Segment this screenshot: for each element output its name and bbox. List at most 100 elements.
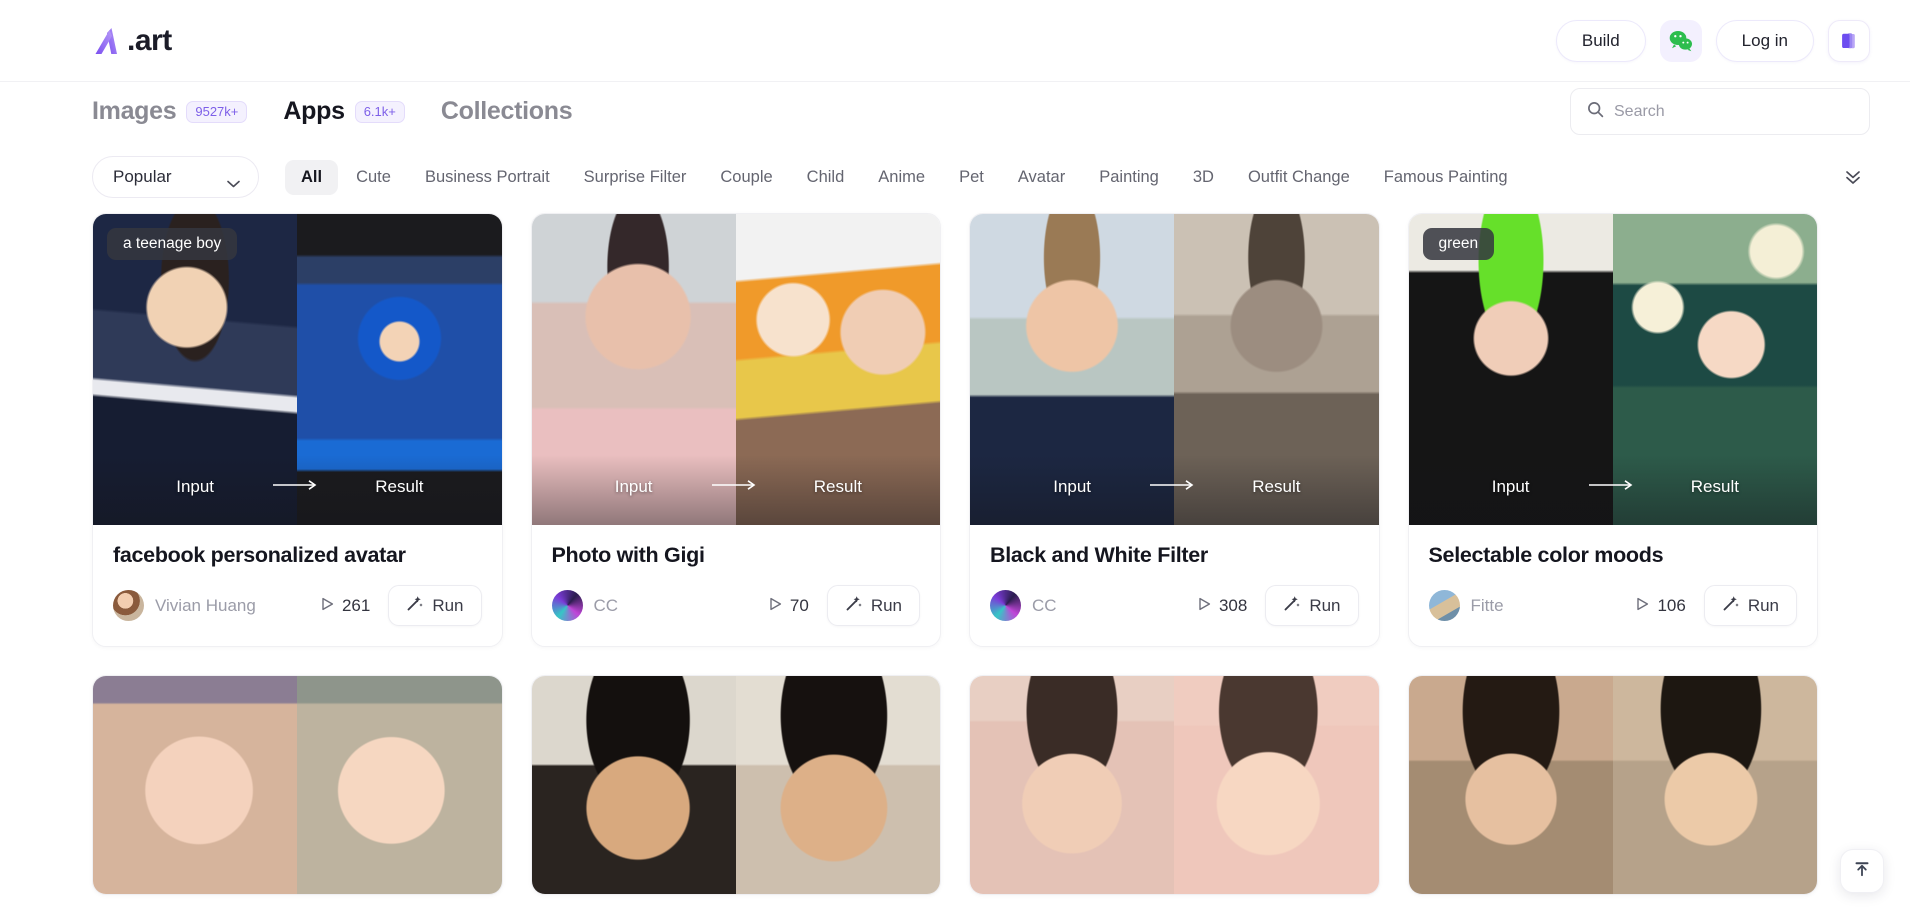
play-count-icon	[1198, 596, 1211, 616]
card-input-image	[1408, 214, 1613, 525]
play-count-icon	[321, 596, 334, 616]
run-count-value: 308	[1218, 595, 1248, 615]
run-count: 106	[1636, 596, 1686, 616]
card-input-image	[93, 676, 298, 894]
build-button[interactable]: Build	[1555, 19, 1646, 62]
card-result-image	[735, 676, 940, 894]
prompt-tag: a teenage boy	[107, 228, 238, 260]
category-all[interactable]: All	[285, 159, 339, 195]
tab-collections[interactable]: Collections	[441, 97, 573, 126]
card-title: Black and White Filter	[990, 543, 1208, 567]
app-card[interactable]: green Input Result Selectable color mood…	[1407, 213, 1818, 647]
card-author[interactable]: CC	[1032, 596, 1057, 616]
scroll-to-top-icon	[1852, 859, 1872, 884]
app-card[interactable]: Input Result Black and White Filter CC 3…	[969, 213, 1380, 647]
card-title: facebook personalized avatar	[113, 543, 406, 567]
category-cute[interactable]: Cute	[340, 160, 407, 195]
tab-images[interactable]: Images 9527k+	[92, 97, 248, 126]
card-title: Selectable color moods	[1428, 543, 1664, 567]
category-avatar[interactable]: Avatar	[1002, 160, 1081, 195]
run-button-label: Run	[432, 595, 464, 615]
category-outfit-change[interactable]: Outfit Change	[1232, 160, 1366, 195]
play-count-icon	[769, 596, 782, 616]
app-card[interactable]	[969, 675, 1380, 895]
category-3d[interactable]: 3D	[1177, 160, 1230, 195]
run-button[interactable]: Run	[1265, 585, 1359, 626]
library-books-icon[interactable]	[1828, 19, 1870, 62]
avatar	[990, 590, 1021, 621]
card-meta: Vivian Huang 261 Run	[113, 585, 482, 626]
card-meta: CC 308 Run	[990, 585, 1359, 626]
card-title: Photo with Gigi	[551, 543, 705, 567]
card-meta: CC 70 Run	[551, 585, 920, 626]
card-body: Selectable color moods Fitte 106 Run	[1409, 525, 1818, 646]
app-card[interactable]: Input Result Photo with Gigi CC 70 Run	[530, 213, 941, 647]
category-pet[interactable]: Pet	[943, 160, 1000, 195]
card-result-image	[297, 214, 502, 525]
top-bar: .art Build Log in	[0, 0, 1910, 81]
card-body: Black and White Filter CC 308 Run	[970, 525, 1379, 646]
category-child[interactable]: Child	[791, 160, 861, 195]
play-count-icon	[1636, 596, 1649, 616]
search-input[interactable]	[1614, 102, 1853, 121]
category-anime[interactable]: Anime	[862, 160, 941, 195]
card-author[interactable]: CC	[594, 596, 619, 616]
double-chevron-down-icon[interactable]	[1836, 160, 1870, 194]
category-surprise-filter[interactable]: Surprise Filter	[568, 160, 703, 195]
card-author[interactable]: Vivian Huang	[155, 596, 256, 616]
run-button-label: Run	[1747, 595, 1779, 615]
tab-images-label: Images	[92, 97, 177, 125]
card-media: green Input Result	[1408, 214, 1817, 525]
card-result-image	[1612, 676, 1817, 894]
app-card[interactable]	[92, 675, 503, 895]
tab-apps-badge: 6.1k+	[354, 100, 405, 123]
card-result-image	[735, 214, 940, 525]
run-count: 308	[1198, 596, 1247, 616]
search-box[interactable]	[1570, 88, 1870, 135]
topbar-actions: Build Log in	[1555, 19, 1870, 62]
run-button[interactable]: Run	[1703, 585, 1797, 626]
run-count-value: 70	[789, 595, 809, 615]
card-author[interactable]: Fitte	[1471, 596, 1504, 616]
run-button[interactable]: Run	[388, 585, 482, 626]
filter-row: Popular All Cute Business Portrait Surpr…	[0, 141, 1910, 213]
run-count-value: 261	[341, 595, 371, 615]
login-button[interactable]: Log in	[1715, 19, 1814, 62]
card-media	[1408, 676, 1817, 894]
app-card[interactable]	[530, 675, 941, 895]
card-input-image	[970, 214, 1175, 525]
scroll-to-top-button[interactable]	[1840, 849, 1884, 893]
app-card-grid: a teenage boy Input Result facebook pers…	[0, 213, 1910, 895]
card-media	[970, 676, 1379, 894]
card-media	[93, 676, 502, 894]
nav-tabs: Images 9527k+ Apps 6.1k+ Collections	[92, 97, 573, 126]
category-business-portrait[interactable]: Business Portrait	[409, 160, 566, 195]
magic-wand-icon	[406, 595, 424, 617]
card-media: Input Result	[531, 214, 940, 525]
a-art-logo-icon	[92, 24, 126, 58]
search-wrap	[1570, 88, 1870, 135]
tab-images-badge: 9527k+	[186, 100, 248, 123]
card-result-image	[1612, 214, 1817, 525]
card-meta: Fitte 106 Run	[1428, 585, 1797, 626]
card-body: facebook personalized avatar Vivian Huan…	[93, 525, 502, 646]
run-button-label: Run	[870, 595, 902, 615]
app-card[interactable]	[1407, 675, 1818, 895]
sort-dropdown[interactable]: Popular	[92, 156, 259, 198]
card-input-image	[531, 214, 736, 525]
category-painting[interactable]: Painting	[1083, 160, 1175, 195]
brand-name: .art	[127, 23, 172, 57]
card-result-image	[297, 676, 502, 894]
category-couple[interactable]: Couple	[704, 160, 788, 195]
wechat-icon[interactable]	[1659, 19, 1702, 62]
category-famous-painting[interactable]: Famous Painting	[1368, 160, 1524, 195]
prompt-tag: green	[1422, 228, 1495, 260]
avatar	[1428, 590, 1460, 621]
card-media: Input Result	[970, 214, 1379, 525]
brand-logo[interactable]: .art	[92, 21, 172, 61]
magic-wand-icon	[1283, 595, 1301, 617]
tab-apps[interactable]: Apps 6.1k+	[283, 97, 405, 126]
card-input-image	[531, 676, 736, 894]
app-card[interactable]: a teenage boy Input Result facebook pers…	[92, 213, 503, 647]
run-button[interactable]: Run	[826, 585, 920, 626]
